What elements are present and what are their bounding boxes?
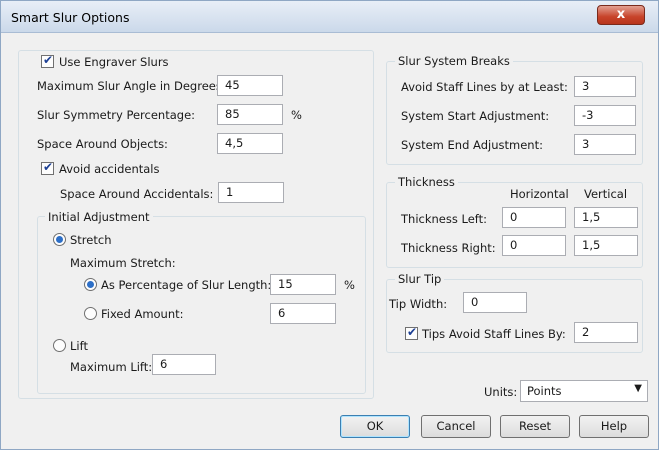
as-percentage-unit: % <box>344 278 355 292</box>
system-start-input[interactable]: -3 <box>574 105 636 126</box>
thickness-horizontal-header: Horizontal <box>510 187 569 201</box>
thickness-right-label: Thickness Right: <box>401 241 496 255</box>
slur-system-breaks-legend: Slur System Breaks <box>395 54 513 68</box>
space-around-objects-label: Space Around Objects: <box>37 137 168 151</box>
tip-width-label: Tip Width: <box>389 297 448 311</box>
dialog-content: ✔ Use Engraver Slurs Maximum Slur Angle … <box>8 41 651 443</box>
use-engraver-slurs-checkbox[interactable]: ✔ <box>41 53 54 68</box>
fixed-amount-input[interactable]: 6 <box>270 303 336 324</box>
avoid-accidentals-checkbox[interactable]: ✔ <box>41 160 54 175</box>
initial-adjustment-legend: Initial Adjustment <box>45 210 153 224</box>
maximum-stretch-label: Maximum Stretch: <box>70 256 176 270</box>
chevron-down-icon: ▼ <box>634 383 642 394</box>
thickness-legend: Thickness <box>395 175 458 189</box>
thickness-left-vertical-input[interactable]: 1,5 <box>574 207 638 228</box>
slur-symmetry-label: Slur Symmetry Percentage: <box>37 108 196 122</box>
max-slur-angle-label: Maximum Slur Angle in Degrees: <box>37 79 226 93</box>
maximum-lift-input[interactable]: 6 <box>152 354 216 375</box>
close-button[interactable]: x <box>597 5 645 25</box>
system-end-label: System End Adjustment: <box>401 138 543 152</box>
space-around-accidentals-input[interactable]: 1 <box>218 182 284 203</box>
as-percentage-input[interactable]: 15 <box>270 274 336 295</box>
checkmark-icon: ✔ <box>43 53 54 67</box>
lift-label[interactable]: Lift <box>70 339 88 353</box>
thickness-left-horizontal-input[interactable]: 0 <box>502 207 566 228</box>
units-select[interactable]: Points ▼ <box>520 380 648 402</box>
maximum-lift-label: Maximum Lift: <box>70 360 153 374</box>
slur-tip-legend: Slur Tip <box>395 272 445 286</box>
slur-symmetry-unit: % <box>291 108 302 122</box>
space-around-objects-input[interactable]: 4,5 <box>217 133 283 154</box>
thickness-right-vertical-input[interactable]: 1,5 <box>574 235 638 256</box>
ok-button[interactable]: OK <box>340 415 410 438</box>
checkmark-icon: ✔ <box>43 160 54 174</box>
thickness-right-horizontal-input[interactable]: 0 <box>502 235 566 256</box>
as-percentage-label[interactable]: As Percentage of Slur Length: <box>101 278 271 292</box>
fixed-amount-label[interactable]: Fixed Amount: <box>101 307 184 321</box>
fixed-amount-radio[interactable] <box>84 307 97 320</box>
tip-width-input[interactable]: 0 <box>463 292 527 313</box>
units-selected-value: Points <box>527 384 562 398</box>
avoid-accidentals-label[interactable]: Avoid accidentals <box>59 162 159 176</box>
tips-avoid-input[interactable]: 2 <box>574 322 638 343</box>
tips-avoid-label[interactable]: Tips Avoid Staff Lines By: <box>422 327 566 341</box>
use-engraver-slurs-label[interactable]: Use Engraver Slurs <box>59 55 169 69</box>
title-bar: Smart Slur Options x <box>1 1 658 33</box>
units-label: Units: <box>484 385 518 399</box>
system-end-input[interactable]: 3 <box>574 134 636 155</box>
slur-symmetry-input[interactable]: 85 <box>217 104 283 125</box>
system-start-label: System Start Adjustment: <box>401 109 550 123</box>
help-button[interactable]: Help <box>579 415 649 438</box>
avoid-staff-lines-label: Avoid Staff Lines by at Least: <box>401 80 568 94</box>
max-slur-angle-input[interactable]: 45 <box>217 75 283 96</box>
window-title: Smart Slur Options <box>11 10 130 25</box>
cancel-button[interactable]: Cancel <box>421 415 491 438</box>
thickness-vertical-header: Vertical <box>584 187 628 201</box>
stretch-label[interactable]: Stretch <box>70 233 111 247</box>
tips-avoid-checkbox[interactable]: ✔ <box>405 325 418 340</box>
lift-radio[interactable] <box>53 339 66 352</box>
reset-button[interactable]: Reset <box>500 415 570 438</box>
space-around-accidentals-label: Space Around Accidentals: <box>60 187 214 201</box>
checkmark-icon: ✔ <box>407 325 418 339</box>
dialog-window: Smart Slur Options x ✔ Use Engraver Slur… <box>0 0 659 450</box>
avoid-staff-lines-input[interactable]: 3 <box>574 76 636 97</box>
as-percentage-radio[interactable] <box>84 278 97 291</box>
stretch-radio[interactable] <box>53 233 66 246</box>
thickness-left-label: Thickness Left: <box>401 212 488 226</box>
